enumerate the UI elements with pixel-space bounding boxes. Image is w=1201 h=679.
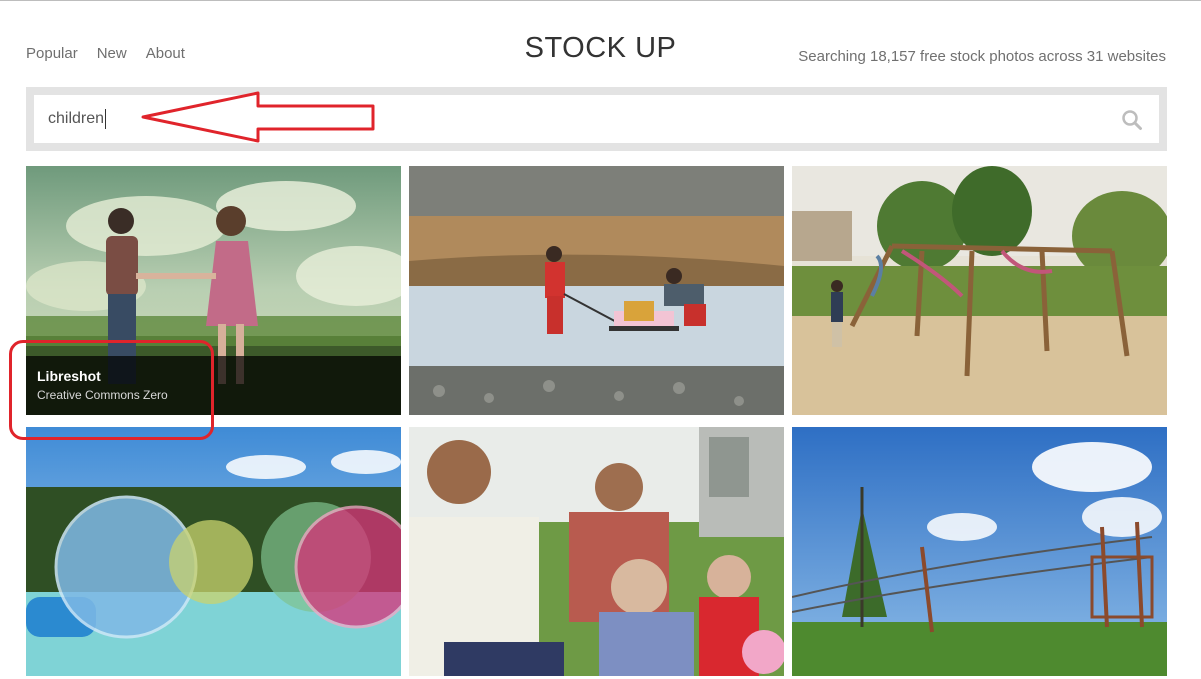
text-caret [105,109,107,129]
photo-children-group [409,427,784,676]
photo-tile[interactable]: Libreshot Creative Commons Zero [26,166,401,415]
photo-tile[interactable] [792,166,1167,415]
photo-water-balls [26,427,401,676]
search-bar [26,87,1167,151]
photo-info-overlay: Libreshot Creative Commons Zero [26,356,401,415]
photo-playground [792,166,1167,415]
search-input[interactable] [34,95,1159,143]
search-icon[interactable] [1121,109,1143,131]
search-stats: Searching 18,157 free stock photos acros… [798,48,1166,65]
photo-source[interactable]: Libreshot [37,368,401,384]
photo-tile[interactable] [409,166,784,415]
photo-tile[interactable] [26,427,401,676]
photo-license: Creative Commons Zero [37,388,168,402]
photo-tile[interactable] [792,427,1167,676]
search-box [34,95,1159,143]
photo-kids-sledding [409,166,784,415]
photo-tile[interactable] [409,427,784,676]
photo-rope-bridge [792,427,1167,676]
